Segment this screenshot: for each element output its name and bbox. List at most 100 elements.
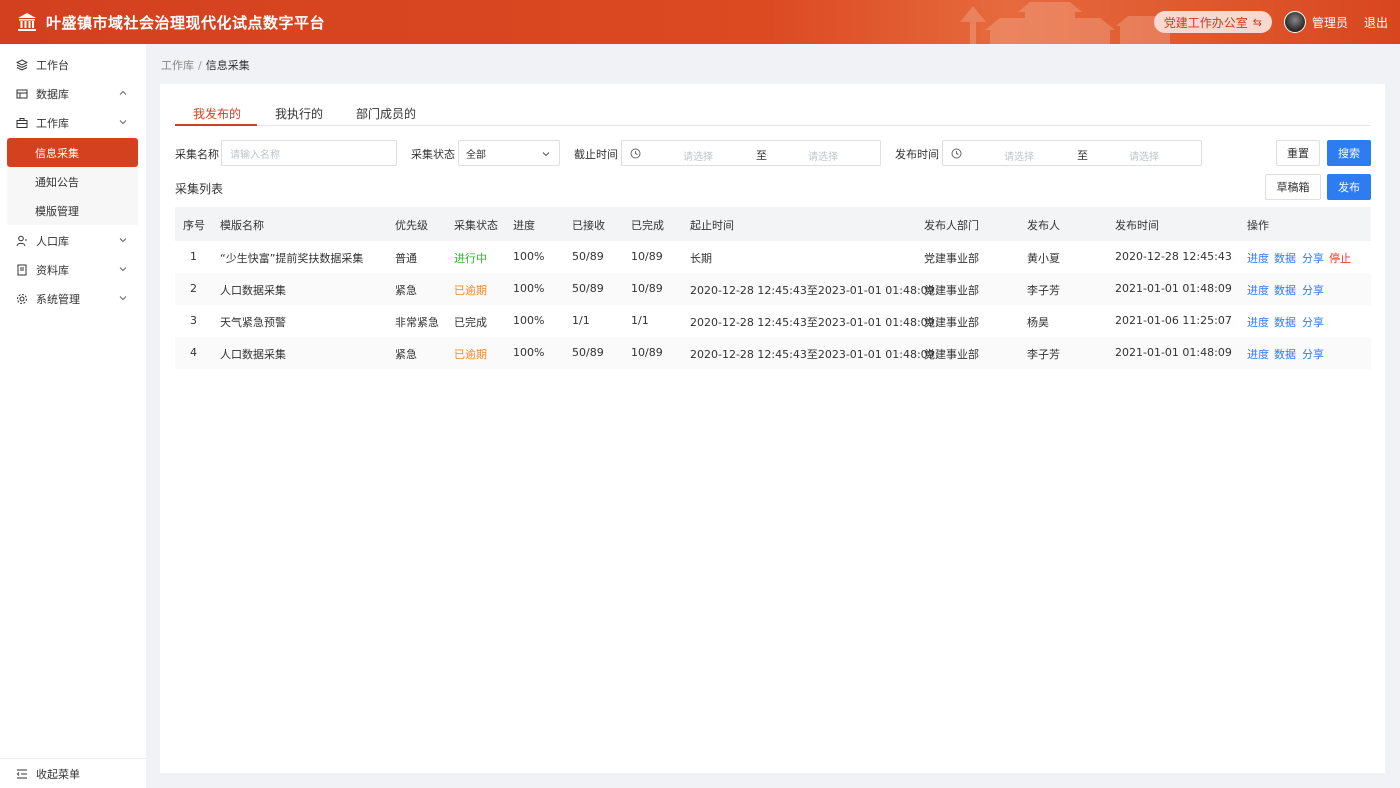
cell-priority: 紧急 xyxy=(395,348,417,361)
sidebar-item-label: 系统管理 xyxy=(36,292,80,306)
data-link[interactable]: 数据 xyxy=(1274,314,1296,330)
share-link[interactable]: 分享 xyxy=(1302,250,1324,266)
table-row: 4 人口数据采集 紧急 已逾期 100% 50/89 10/89 2020-12… xyxy=(175,337,1371,369)
publish-end-placeholder: 请选择 xyxy=(1129,152,1159,163)
breadcrumb-home[interactable]: 工作库 xyxy=(161,59,194,72)
publish-button[interactable]: 发布 xyxy=(1327,174,1371,200)
cell-publish-time: 2021-01-01 01:48:09 xyxy=(1115,346,1232,359)
database-icon xyxy=(16,88,28,100)
cell-progress: 100% xyxy=(513,346,545,359)
chevron-down-icon xyxy=(119,120,127,125)
chevron-down-icon xyxy=(119,238,127,243)
data-link[interactable]: 数据 xyxy=(1274,282,1296,298)
collect-name-input[interactable]: 请输入名称 xyxy=(221,140,397,166)
collapse-menu-label: 收起菜单 xyxy=(36,767,80,781)
search-button[interactable]: 搜索 xyxy=(1327,140,1371,166)
logo-icon xyxy=(16,11,38,33)
landmark-decoration-icon xyxy=(960,2,1174,44)
cell-dept: 党建事业部 xyxy=(924,316,979,329)
deadline-range-picker[interactable]: 请选择 至 请选择 xyxy=(621,140,881,166)
sidebar-subitem-label: 信息采集 xyxy=(35,146,79,160)
sidebar-item-database[interactable]: 数据库 xyxy=(0,79,146,108)
cell-publisher: 杨昊 xyxy=(1027,316,1049,329)
cell-period: 2020-12-28 12:45:43至2023-01-01 01:48:09 xyxy=(690,316,935,329)
office-switch-button[interactable]: 党建工作办公室 ⇆ xyxy=(1153,11,1272,33)
tab-my-published[interactable]: 我发布的 xyxy=(193,105,241,122)
cell-dept: 党建事业部 xyxy=(924,348,979,361)
progress-link[interactable]: 进度 xyxy=(1247,250,1269,266)
sidebar-subitem-template[interactable]: 模版管理 xyxy=(7,196,138,225)
active-tab-underline xyxy=(175,124,257,126)
cell-publish-time: 2020-12-28 12:45:43 xyxy=(1115,250,1232,263)
share-link[interactable]: 分享 xyxy=(1302,314,1324,330)
reset-button[interactable]: 重置 xyxy=(1276,140,1320,166)
clock-icon xyxy=(951,148,962,159)
breadcrumb-current: 信息采集 xyxy=(205,59,250,72)
sidebar-subitem-notice[interactable]: 通知公告 xyxy=(7,167,138,196)
briefcase-icon xyxy=(16,117,28,129)
tab-department-members[interactable]: 部门成员的 xyxy=(356,105,416,122)
sidebar-subitem-collect[interactable]: 信息采集 xyxy=(7,138,138,167)
th-no: 序号 xyxy=(183,219,205,232)
cell-publish-time: 2021-01-06 11:25:07 xyxy=(1115,314,1232,327)
office-switch-label: 党建工作办公室 xyxy=(1163,15,1248,30)
cell-progress: 100% xyxy=(513,282,545,295)
progress-link[interactable]: 进度 xyxy=(1247,346,1269,362)
share-link[interactable]: 分享 xyxy=(1302,282,1324,298)
sidebar-item-label: 数据库 xyxy=(36,87,69,101)
cell-priority: 紧急 xyxy=(395,284,417,297)
th-dept: 发布人部门 xyxy=(924,219,979,232)
cell-progress: 100% xyxy=(513,250,545,263)
th-progress: 进度 xyxy=(513,219,535,232)
sidebar-item-workbench[interactable]: 工作台 xyxy=(0,50,146,79)
drafts-button[interactable]: 草稿箱 xyxy=(1265,174,1321,200)
book-icon xyxy=(16,264,28,276)
progress-link[interactable]: 进度 xyxy=(1247,314,1269,330)
tab-my-executed[interactable]: 我执行的 xyxy=(275,105,323,122)
layers-icon xyxy=(16,58,28,71)
cell-status: 已逾期 xyxy=(454,348,487,361)
data-link[interactable]: 数据 xyxy=(1274,250,1296,266)
publish-time-range-picker[interactable]: 请选择 至 请选择 xyxy=(942,140,1202,166)
cell-priority: 普通 xyxy=(395,252,417,265)
sidebar-subitem-label: 通知公告 xyxy=(35,175,79,189)
collect-status-select[interactable]: 全部 xyxy=(458,140,560,166)
cell-received: 50/89 xyxy=(572,250,604,263)
cell-dept: 党建事业部 xyxy=(924,284,979,297)
sidebar-subitem-label: 模版管理 xyxy=(35,204,79,218)
app-header: 叶盛镇市域社会治理现代化试点数字平台 党建工作办公室 ⇆ 管理员 退出 xyxy=(0,0,1400,44)
cell-period: 长期 xyxy=(690,252,712,265)
sidebar-item-worklib[interactable]: 工作库 xyxy=(0,108,146,137)
progress-link[interactable]: 进度 xyxy=(1247,282,1269,298)
data-link[interactable]: 数据 xyxy=(1274,346,1296,362)
th-publisher: 发布人 xyxy=(1027,219,1060,232)
th-priority: 优先级 xyxy=(395,219,428,232)
logout-button[interactable]: 退出 xyxy=(1364,14,1388,31)
table-row: 3 天气紧急预警 非常紧急 已完成 100% 1/1 1/1 2020-12-2… xyxy=(175,305,1371,337)
table-row: 2 人口数据采集 紧急 已逾期 100% 50/89 10/89 2020-12… xyxy=(175,273,1371,305)
gear-icon xyxy=(16,293,28,305)
table-row: 1 “少生快富”提前奖扶数据采集 普通 进行中 100% 50/89 10/89… xyxy=(175,241,1371,273)
cell-status: 已逾期 xyxy=(454,284,487,297)
sidebar-item-population[interactable]: 人口库 xyxy=(0,226,146,255)
cell-status: 进行中 xyxy=(454,252,487,265)
admin-name: 管理员 xyxy=(1311,15,1348,30)
table-header: 序号 模版名称 优先级 采集状态 进度 已接收 已完成 起止时间 发布人部门 发… xyxy=(175,207,1371,241)
cell-dept: 党建事业部 xyxy=(924,252,979,265)
cell-no: 3 xyxy=(190,314,197,327)
cell-template-name: 人口数据采集 xyxy=(220,284,286,297)
sidebar-item-resources[interactable]: 资料库 xyxy=(0,255,146,284)
stop-link[interactable]: 停止 xyxy=(1329,250,1351,266)
cell-progress: 100% xyxy=(513,314,545,327)
cell-no: 2 xyxy=(190,282,197,295)
cell-received: 50/89 xyxy=(572,282,604,295)
deadline-end-placeholder: 请选择 xyxy=(808,152,838,163)
collapse-menu-button[interactable]: 收起菜单 xyxy=(0,758,146,788)
avatar[interactable] xyxy=(1283,11,1306,33)
publish-time-label: 发布时间 xyxy=(895,148,939,161)
sidebar: 工作台 数据库 工作库 信息采集 通知公告 模版管理 人口库 资料库 系统管理 … xyxy=(0,44,146,788)
sidebar-item-system[interactable]: 系统管理 xyxy=(0,284,146,313)
collect-name-label: 采集名称 xyxy=(175,148,219,161)
share-link[interactable]: 分享 xyxy=(1302,346,1324,362)
cell-done: 10/89 xyxy=(631,282,663,295)
